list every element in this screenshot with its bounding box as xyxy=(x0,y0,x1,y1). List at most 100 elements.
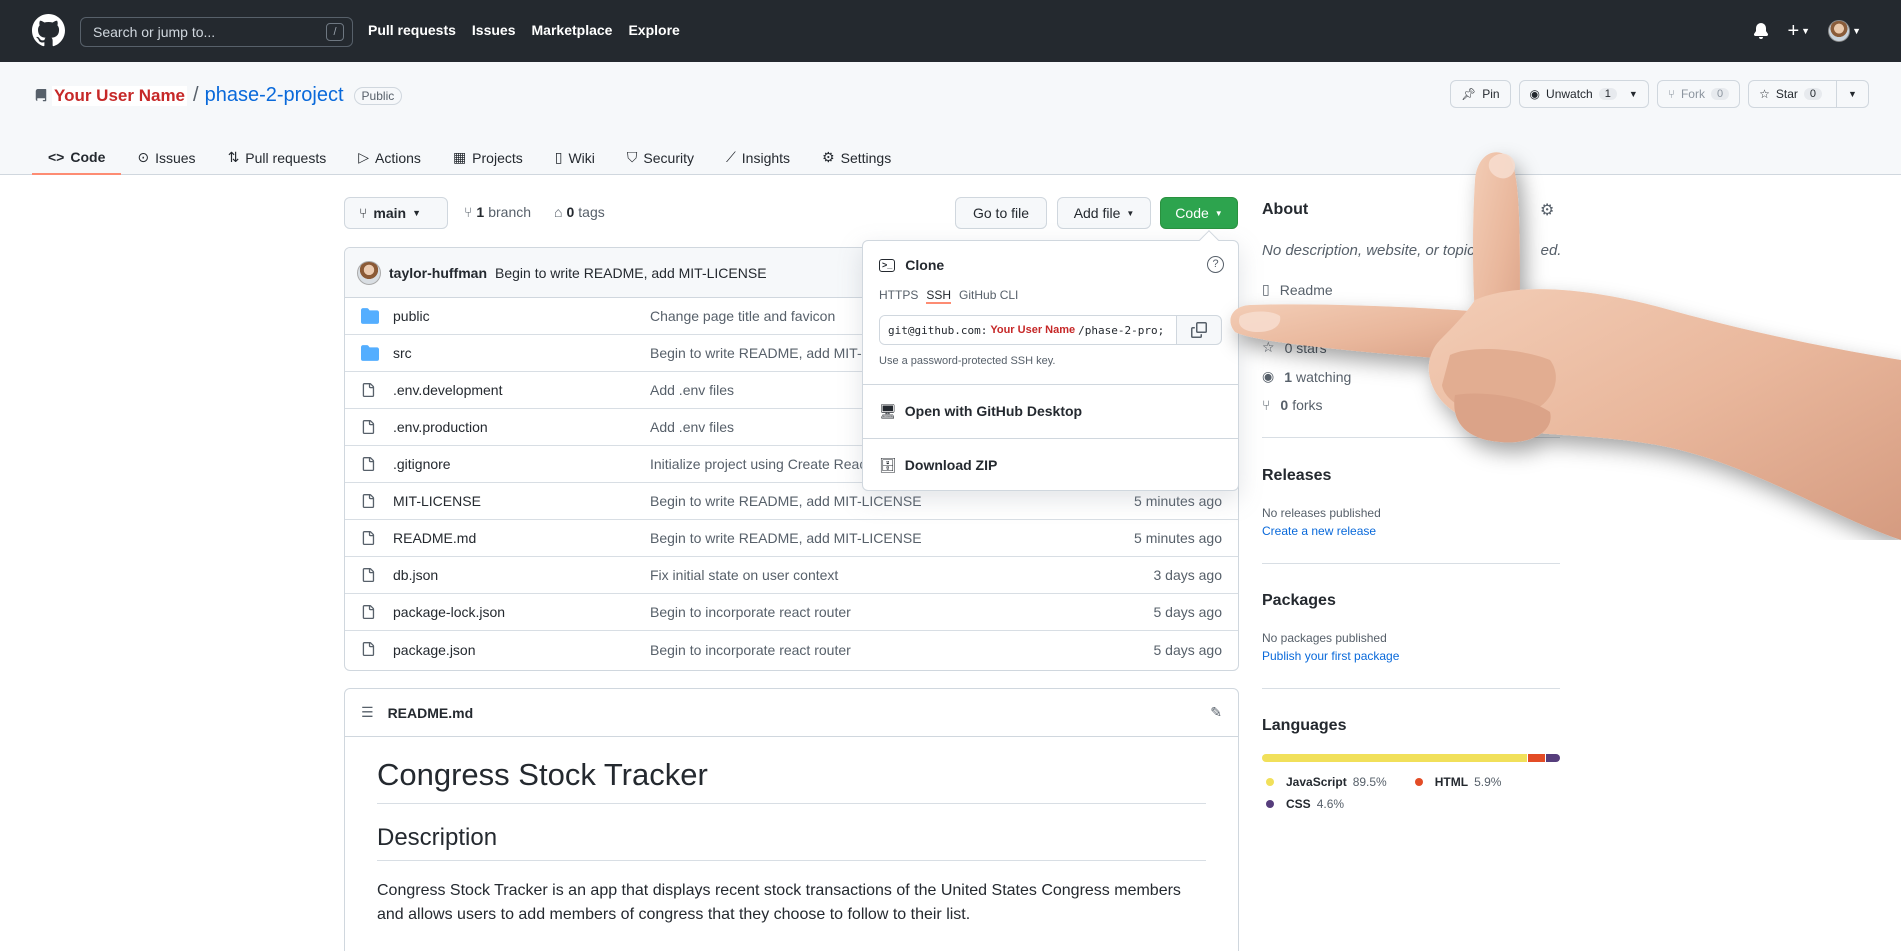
branch-select-button[interactable]: ⑂ main ▼ xyxy=(344,197,448,229)
language-bar-segment xyxy=(1546,754,1560,762)
commit-message[interactable]: Initialize project using Create Reac xyxy=(650,456,866,472)
file-name[interactable]: .gitignore xyxy=(393,456,451,472)
bell-icon[interactable] xyxy=(1753,23,1769,39)
copy-icon[interactable] xyxy=(1177,316,1221,344)
file-icon xyxy=(361,604,379,620)
tab-pull-requests[interactable]: ⇅ Pull requests xyxy=(212,140,343,175)
table-row[interactable]: package.json Begin to incorporate react r… xyxy=(345,631,1238,668)
commit-message[interactable]: Begin to write README, add MIT-L xyxy=(650,345,869,361)
commit-message[interactable]: Add .env files xyxy=(650,382,734,398)
file-name[interactable]: src xyxy=(393,345,412,361)
star-dropdown-chevron-icon[interactable]: ▼ xyxy=(1836,81,1868,107)
table-row[interactable]: db.json Fix initial state on user context… xyxy=(345,557,1238,594)
pencil-icon[interactable]: ✎ xyxy=(1210,704,1222,721)
language-item[interactable]: CSS 4.6% xyxy=(1266,793,1344,815)
stars-link[interactable]: ☆ 0 stars xyxy=(1262,339,1327,356)
tab-issues[interactable]: ⊙ Issues xyxy=(121,140,211,175)
github-logo-icon[interactable] xyxy=(32,14,65,47)
tab-wiki[interactable]: ▯ Wiki xyxy=(539,140,611,175)
table-row[interactable]: package-lock.json Begin to incorporate re… xyxy=(345,594,1238,631)
branch-icon: ⑂ xyxy=(464,204,473,220)
header-actions: + ▼ ▼ xyxy=(1753,20,1861,42)
language-item[interactable]: JavaScript 89.5% xyxy=(1266,771,1387,793)
tags-label: tags xyxy=(578,204,605,220)
packages-title[interactable]: Packages xyxy=(1262,592,1336,610)
file-name[interactable]: .env.development xyxy=(393,382,502,398)
watchers-link[interactable]: ◉ 1 watching xyxy=(1262,368,1351,385)
open-github-desktop[interactable]: 🖥︎ Open with GitHub Desktop xyxy=(863,392,1238,430)
book-icon: ▯ xyxy=(554,149,563,165)
tab-ssh[interactable]: SSH xyxy=(926,288,952,304)
commit-message[interactable]: Change page title and favicon xyxy=(650,308,835,324)
file-name[interactable]: db.json xyxy=(393,567,438,583)
nav-marketplace[interactable]: Marketplace xyxy=(532,22,613,38)
file-name[interactable]: README.md xyxy=(393,530,476,546)
language-item[interactable]: HTML 5.9% xyxy=(1414,771,1501,793)
tab-insights[interactable]: ⟋ Insights xyxy=(710,140,806,175)
tab-github-cli[interactable]: GitHub CLI xyxy=(959,288,1018,304)
code-button[interactable]: Code ▼ xyxy=(1160,197,1238,229)
stars-label: 0 stars xyxy=(1284,339,1327,356)
tab-projects[interactable]: ▦ Projects xyxy=(437,140,539,175)
nav-explore[interactable]: Explore xyxy=(628,22,679,38)
table-row[interactable]: README.md Begin to write README, add MIT-… xyxy=(345,520,1238,557)
repo-name-link[interactable]: phase-2-project xyxy=(205,84,344,107)
fork-button[interactable]: ⑂ Fork 0 xyxy=(1656,80,1741,108)
avatar[interactable] xyxy=(357,260,381,285)
branches-link[interactable]: ⑂ 1 branch xyxy=(464,204,531,220)
pin-button[interactable]: 📌︎ Pin xyxy=(1449,80,1511,108)
repo-owner-link[interactable]: Your User Name xyxy=(52,85,188,106)
tab-https[interactable]: HTTPS xyxy=(879,288,918,304)
avatar xyxy=(1828,20,1851,42)
forks-link[interactable]: ⑂ 0 forks xyxy=(1262,397,1323,413)
releases-title[interactable]: Releases xyxy=(1262,467,1331,485)
commit-message[interactable]: Begin to incorporate react router xyxy=(650,642,851,658)
nav-pull-requests[interactable]: Pull requests xyxy=(368,22,456,38)
readme-link[interactable]: ▯ Readme xyxy=(1262,281,1333,298)
publish-package-link[interactable]: Publish your first package xyxy=(1262,649,1399,663)
about-description-text: No description, website, or topics p xyxy=(1262,242,1495,259)
list-icon[interactable]: ☰ xyxy=(361,704,374,721)
add-file-label: Add file xyxy=(1073,205,1121,221)
url-suffix: /phase-2-pro; xyxy=(1078,323,1165,337)
tab-code[interactable]: <> Code xyxy=(32,140,122,175)
ssh-hint: Use a password-protected SSH key. xyxy=(879,355,1056,367)
commit-message[interactable]: Add .env files xyxy=(650,419,734,435)
tags-link[interactable]: ⌂ 0 tags xyxy=(554,204,605,220)
commit-message[interactable]: Begin to write README, add MIT-LICENSE xyxy=(650,530,922,546)
download-zip[interactable]: 🗄︎ Download ZIP xyxy=(863,446,1238,484)
clone-url[interactable]: git@github.com: Your User Name /phase-2-… xyxy=(880,316,1177,344)
file-icon xyxy=(361,493,379,509)
unwatch-button[interactable]: ◉ Unwatch 1 ▼ xyxy=(1518,80,1649,108)
commit-message[interactable]: Fix initial state on user context xyxy=(650,567,838,583)
commit-message[interactable]: Begin to incorporate react router xyxy=(650,604,851,620)
shield-icon: ⛉ xyxy=(626,149,638,165)
gear-icon: ⚙ xyxy=(822,149,835,165)
help-question-icon[interactable]: ? xyxy=(1207,256,1224,273)
about-settings-gear-icon[interactable]: ⚙ xyxy=(1540,200,1554,220)
clone-url-input[interactable]: git@github.com: Your User Name /phase-2-… xyxy=(879,315,1222,345)
tab-security[interactable]: ⛉ Security xyxy=(611,140,710,175)
file-name[interactable]: .env.production xyxy=(393,419,488,435)
tab-actions[interactable]: ▷ Actions xyxy=(342,140,437,175)
tags-count: 0 xyxy=(566,204,575,220)
file-name[interactable]: public xyxy=(393,308,430,324)
user-menu[interactable]: ▼ xyxy=(1828,20,1861,42)
go-to-file-button[interactable]: Go to file xyxy=(955,197,1047,229)
commit-author[interactable]: taylor-huffman xyxy=(389,265,487,281)
file-icon xyxy=(361,456,379,472)
language-dot-icon xyxy=(1414,778,1423,786)
file-name[interactable]: package-lock.json xyxy=(393,604,505,620)
commit-message[interactable]: Begin to write README, add MIT-LICENSE xyxy=(495,265,767,281)
file-name[interactable]: package.json xyxy=(393,642,476,658)
add-file-button[interactable]: Add file ▼ xyxy=(1057,197,1151,229)
file-name[interactable]: MIT-LICENSE xyxy=(393,493,481,509)
create-new-plus-icon[interactable]: + ▼ xyxy=(1787,21,1810,41)
search-input[interactable]: Search or jump to... / xyxy=(80,17,353,47)
tab-settings[interactable]: ⚙ Settings xyxy=(806,140,907,175)
language-bar-segment xyxy=(1527,754,1546,762)
commit-message[interactable]: Begin to write README, add MIT-LICENSE xyxy=(650,493,922,509)
nav-issues[interactable]: Issues xyxy=(472,22,516,38)
star-button[interactable]: ☆ Star 0 ▼ xyxy=(1748,80,1869,108)
create-release-link[interactable]: Create a new release xyxy=(1262,524,1376,538)
